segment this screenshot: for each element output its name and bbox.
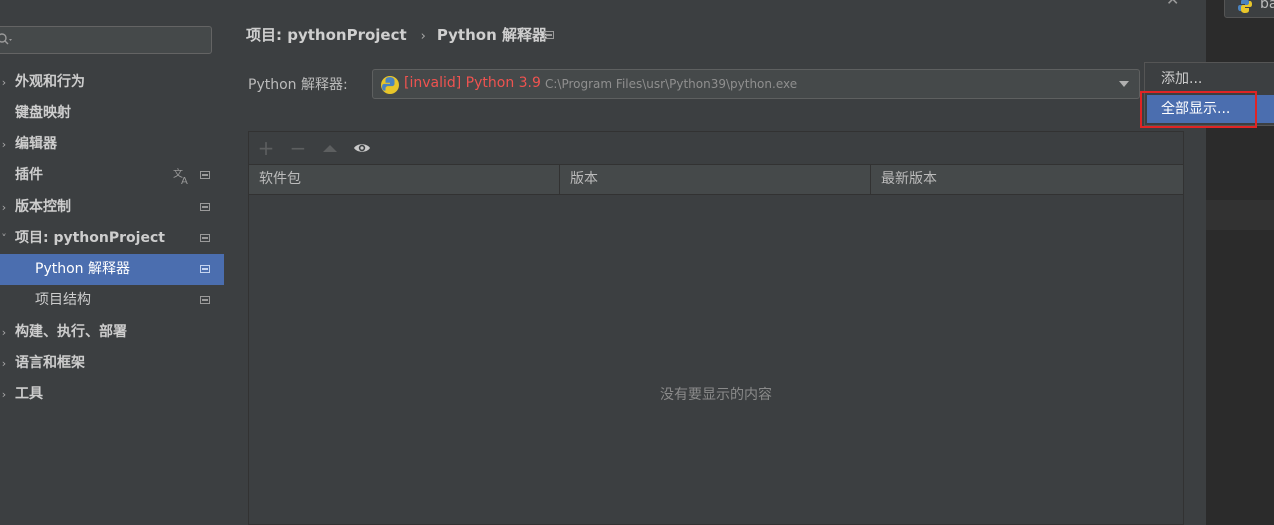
project-scope-icon bbox=[200, 296, 210, 304]
chevron-right-icon: › bbox=[1, 76, 7, 89]
sidebar-item-label: 项目结构 bbox=[35, 292, 91, 308]
sidebar-item-appearance[interactable]: › 外观和行为 bbox=[0, 67, 224, 98]
sidebar-item-label: Python 解释器 bbox=[35, 261, 130, 277]
sidebar-item-label: 语言和框架 bbox=[15, 355, 85, 371]
close-icon[interactable]: ✕ bbox=[1166, 0, 1179, 9]
editor-line-highlight bbox=[1206, 200, 1274, 230]
interpreter-label: Python 解释器: bbox=[248, 77, 348, 93]
column-header-latest-version[interactable]: 最新版本 bbox=[871, 165, 1183, 194]
project-scope-icon bbox=[200, 265, 210, 273]
sidebar-item-version-control[interactable]: › 版本控制 bbox=[0, 192, 224, 223]
sidebar-item-tools[interactable]: › 工具 bbox=[0, 379, 224, 410]
python-file-icon bbox=[1238, 0, 1252, 13]
sidebar-item-label: 版本控制 bbox=[15, 199, 71, 215]
sidebar-item-languages-frameworks[interactable]: › 语言和框架 bbox=[0, 348, 224, 379]
sidebar-item-label: 工具 bbox=[15, 386, 43, 402]
chevron-right-icon: › bbox=[1, 138, 7, 151]
interpreter-select[interactable]: [invalid] Python 3.9 C:\Program Files\us… bbox=[372, 69, 1140, 99]
breadcrumb: 项目: pythonProject › Python 解释器 bbox=[246, 24, 547, 44]
sidebar-item-label: 构建、执行、部署 bbox=[15, 324, 127, 340]
interpreter-invalid-name: [invalid] Python 3.9 bbox=[404, 75, 541, 91]
sidebar-item-project[interactable]: ˅ 项目: pythonProject bbox=[0, 223, 224, 254]
sidebar-item-python-interpreter[interactable]: Python 解释器 bbox=[0, 254, 224, 285]
sidebar-item-label: 插件 bbox=[15, 167, 43, 183]
search-icon bbox=[0, 33, 12, 45]
menu-item-add[interactable]: 添加... bbox=[1145, 65, 1274, 93]
project-scope-icon bbox=[200, 171, 210, 179]
annotation-highlight-box bbox=[1140, 91, 1257, 128]
packages-panel: + − 软件包 版本 最新版本 没有要显示的内容 bbox=[248, 131, 1184, 525]
chevron-down-icon[interactable] bbox=[1119, 81, 1129, 87]
eye-icon[interactable] bbox=[353, 139, 371, 157]
sidebar-item-label: 键盘映射 bbox=[15, 105, 71, 121]
chevron-right-icon: › bbox=[1, 357, 7, 370]
chevron-right-icon: › bbox=[1, 326, 7, 339]
editor-tab-label: ba bbox=[1260, 0, 1274, 12]
upgrade-package-icon[interactable] bbox=[321, 139, 339, 157]
translate-icon: 文 A bbox=[173, 167, 188, 186]
chevron-right-icon: › bbox=[1, 201, 7, 214]
add-package-button[interactable]: + bbox=[257, 138, 275, 158]
breadcrumb-project[interactable]: 项目: pythonProject bbox=[246, 24, 407, 45]
packages-table-header: 软件包 版本 最新版本 bbox=[249, 164, 1183, 195]
sidebar-item-label: 项目: pythonProject bbox=[15, 230, 165, 246]
sidebar-item-build-execution-deployment[interactable]: › 构建、执行、部署 bbox=[0, 317, 224, 348]
settings-search-input[interactable] bbox=[0, 26, 212, 54]
project-scope-icon bbox=[544, 31, 554, 39]
settings-sidebar: › 外观和行为 键盘映射 › 编辑器 插件 › 版本控制 ˅ 项目: pytho… bbox=[0, 0, 224, 525]
chevron-right-icon: › bbox=[1, 388, 7, 401]
interpreter-path: C:\Program Files\usr\Python39\python.exe bbox=[545, 77, 798, 91]
column-header-package[interactable]: 软件包 bbox=[249, 165, 560, 194]
sidebar-item-label: 编辑器 bbox=[15, 136, 57, 152]
svg-text:A: A bbox=[181, 176, 188, 186]
project-scope-icon bbox=[200, 203, 210, 211]
packages-toolbar: + − bbox=[249, 132, 1183, 164]
sidebar-item-label: 外观和行为 bbox=[15, 74, 85, 90]
python-icon bbox=[381, 76, 399, 94]
breadcrumb-separator: › bbox=[420, 29, 426, 44]
sidebar-item-project-structure[interactable]: 项目结构 bbox=[0, 285, 224, 316]
sidebar-item-keymap[interactable]: 键盘映射 bbox=[0, 98, 224, 129]
project-scope-icon bbox=[200, 234, 210, 242]
remove-package-button[interactable]: − bbox=[289, 138, 307, 158]
sidebar-item-editor[interactable]: › 编辑器 bbox=[0, 129, 224, 160]
column-header-version[interactable]: 版本 bbox=[560, 165, 871, 194]
empty-state-text: 没有要显示的内容 bbox=[660, 387, 772, 403]
chevron-down-icon: ˅ bbox=[1, 232, 7, 245]
breadcrumb-page: Python 解释器 bbox=[436, 26, 547, 44]
